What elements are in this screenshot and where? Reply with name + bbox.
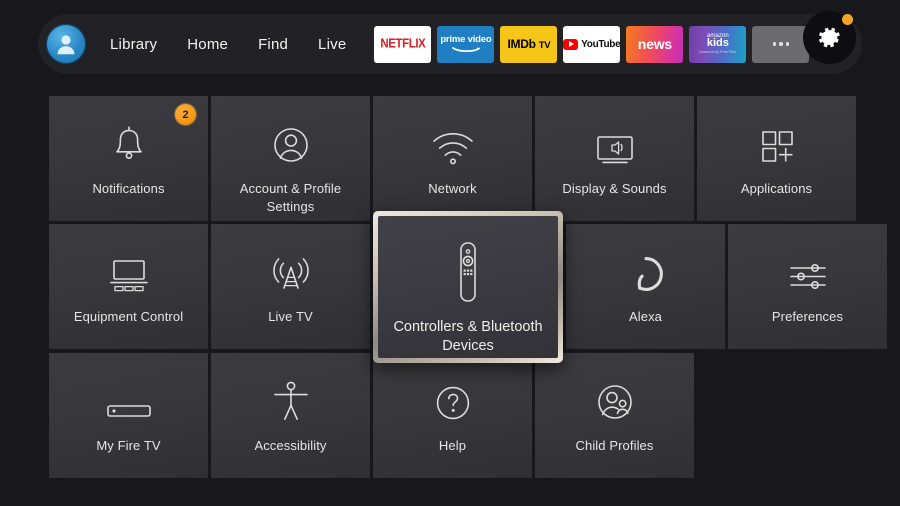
settings-row-3: My Fire TV Accessibility Help Child Prof… [49, 353, 887, 478]
settings-row-1: 2 Notifications Account & Profile Settin… [49, 96, 887, 221]
settings-tile-label: Display & Sounds [562, 181, 667, 196]
app-tile-netflix[interactable]: NETFLIX [374, 25, 432, 63]
settings-tile-label: Controllers & Bluetooth Devices [393, 319, 543, 354]
antenna-icon [270, 236, 312, 298]
netflix-logo-text: NETFLIX [380, 37, 426, 51]
settings-tile-label: Network [428, 181, 477, 196]
youtube-play-icon [563, 38, 579, 50]
person-icon [57, 35, 75, 55]
settings-tile-label: Alexa [628, 309, 663, 324]
settings-tile-controllers-bluetooth-devices[interactable]: Controllers & Bluetooth Devices [373, 211, 563, 363]
settings-tile-label: Child Profiles [575, 438, 654, 453]
settings-grid: 2 Notifications Account & Profile Settin… [49, 96, 887, 481]
nav-link-live[interactable]: Live [318, 36, 346, 53]
settings-tile-label: Notifications [92, 181, 165, 196]
ellipsis-icon [772, 42, 790, 46]
applications-icon [757, 108, 797, 170]
settings-tile-label: My Fire TV [96, 438, 161, 453]
display-sound-icon [591, 108, 639, 170]
amazon-kids-subtitle: powered by FreeTime [699, 50, 737, 55]
youtube-logo-text: YouTube [581, 38, 621, 50]
nav-links: Library Home Find Live [110, 36, 346, 53]
settings-tile-applications[interactable]: Applications [697, 96, 856, 221]
nav-link-find[interactable]: Find [258, 36, 288, 53]
equipment-control-icon [106, 236, 152, 298]
settings-notification-badge [842, 14, 853, 25]
app-tile-prime-video[interactable]: prime video [437, 25, 495, 63]
app-tile-youtube[interactable]: YouTube [563, 25, 621, 63]
nav-link-library[interactable]: Library [110, 36, 157, 53]
settings-tile-accessibility[interactable]: Accessibility [211, 353, 370, 478]
accessibility-icon [270, 365, 312, 427]
settings-tile-label: Preferences [771, 309, 844, 324]
fire-tv-settings-screen: Library Home Find Live NETFLIX prime vid… [0, 0, 900, 506]
settings-tile-label: Equipment Control [73, 309, 184, 324]
prime-smile-icon [451, 46, 480, 52]
sliders-icon [785, 236, 831, 298]
settings-tile-label: Live TV [268, 309, 313, 324]
settings-tile-my-fire-tv[interactable]: My Fire TV [49, 353, 208, 478]
wifi-icon [430, 108, 476, 170]
settings-tile-label: Help [438, 438, 467, 453]
settings-tile-preferences[interactable]: Preferences [728, 224, 887, 349]
settings-tile-label: Account & Profile Settings [239, 181, 342, 214]
bell-icon [109, 108, 149, 170]
app-tile-imdb-tv[interactable]: IMDb TV [500, 25, 558, 63]
settings-tile-label: Applications [740, 181, 813, 196]
settings-tile-child-profiles[interactable]: Child Profiles [535, 353, 694, 478]
alexa-icon [626, 236, 666, 298]
prime-video-logo-text: prime video [440, 34, 492, 46]
settings-button[interactable] [803, 11, 856, 64]
question-circle-icon [433, 365, 473, 427]
app-tile-amazon-kids[interactable]: amazon kids powered by FreeTime [689, 25, 747, 63]
notifications-count-badge: 2 [175, 104, 196, 125]
imdb-logo-text: IMDb TV [507, 37, 551, 51]
news-logo-text: news [637, 36, 672, 52]
child-profiles-icon [594, 365, 636, 427]
gear-icon [819, 27, 840, 48]
settings-tile-alexa[interactable]: Alexa [566, 224, 725, 349]
app-shortcuts: NETFLIX prime video IMDb TV YouTube news [374, 25, 810, 63]
settings-tile-network[interactable]: Network [373, 96, 532, 221]
account-icon [270, 108, 312, 170]
app-tile-news[interactable]: news [626, 25, 684, 63]
app-tile-more[interactable] [752, 25, 810, 63]
settings-tile-notifications[interactable]: 2 Notifications [49, 96, 208, 221]
settings-tile-label: Accessibility [254, 438, 327, 453]
top-navigation-bar: Library Home Find Live NETFLIX prime vid… [38, 11, 862, 74]
profile-avatar[interactable] [46, 24, 86, 64]
amazon-kids-logo-text: kids [706, 37, 729, 50]
settings-row-2: Equipment Control Live TV Controllers & … [49, 211, 887, 363]
settings-tile-equipment-control[interactable]: Equipment Control [49, 224, 208, 349]
nav-link-home[interactable]: Home [187, 36, 228, 53]
remote-icon [452, 230, 484, 304]
settings-tile-display-sounds[interactable]: Display & Sounds [535, 96, 694, 221]
settings-tile-live-tv[interactable]: Live TV [211, 224, 370, 349]
settings-tile-help[interactable]: Help [373, 353, 532, 478]
firetv-stick-icon [104, 365, 154, 427]
settings-tile-account-profile-settings[interactable]: Account & Profile Settings [211, 96, 370, 221]
